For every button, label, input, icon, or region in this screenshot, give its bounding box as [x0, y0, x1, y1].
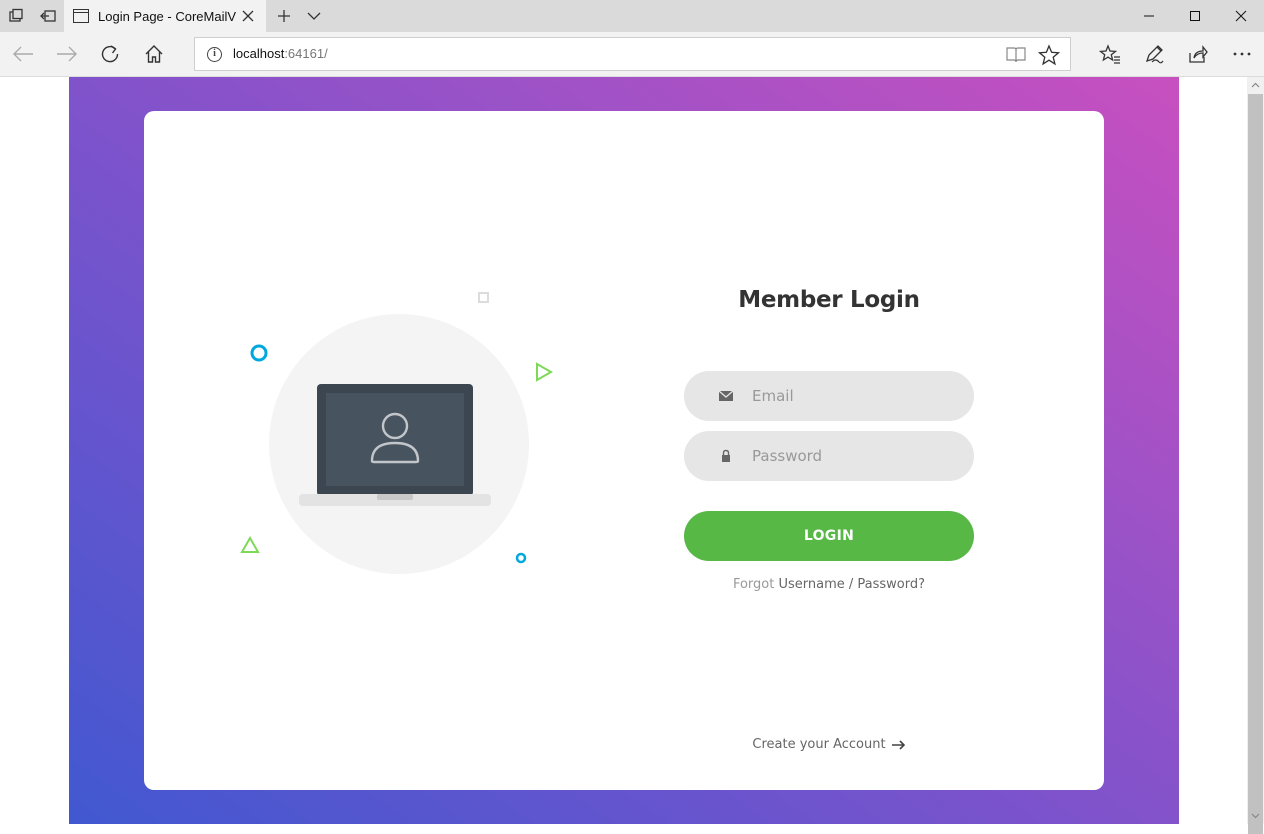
new-tab-icon[interactable] — [268, 0, 300, 32]
password-field-wrapper[interactable] — [684, 431, 974, 481]
scrollbar-thumb[interactable] — [1248, 94, 1263, 834]
forgot-link[interactable]: Username / Password? — [778, 577, 925, 592]
forgot-text: Forgot Username / Password? — [684, 577, 974, 592]
scroll-up-arrow-icon[interactable] — [1247, 77, 1264, 93]
minimize-icon[interactable] — [1126, 0, 1172, 32]
decor-triangle-right — [536, 362, 553, 382]
create-account-link[interactable]: Create your Account — [684, 737, 974, 752]
chevron-down-icon[interactable] — [298, 0, 330, 32]
vertical-scrollbar[interactable] — [1247, 77, 1264, 834]
more-icon[interactable] — [1225, 38, 1259, 70]
home-icon[interactable] — [137, 38, 171, 70]
address-host: localhost — [233, 46, 285, 61]
address-bar[interactable]: i localhost:64161/ — [194, 37, 1071, 71]
email-field-wrapper[interactable] — [684, 371, 974, 421]
create-account-label: Create your Account — [752, 737, 886, 752]
login-title: Member Login — [738, 287, 920, 313]
address-text: localhost:64161/ — [233, 46, 328, 61]
refresh-icon[interactable] — [93, 38, 127, 70]
login-card: Member Login LOGIN Forgot Username / Pas… — [144, 111, 1104, 790]
close-icon[interactable] — [240, 8, 256, 24]
active-tab[interactable]: Login Page - CoreMailV — [64, 0, 266, 32]
navigation-bar: i localhost:64161/ — [0, 32, 1264, 77]
arrow-right-icon — [891, 739, 905, 750]
page-viewport: Member Login LOGIN Forgot Username / Pas… — [0, 77, 1247, 824]
address-port: :64161/ — [284, 46, 328, 61]
decor-triangle-up — [240, 536, 260, 553]
forward-arrow-icon[interactable] — [50, 38, 84, 70]
share-icon[interactable] — [1181, 38, 1215, 70]
tab-preview-icon[interactable] — [32, 0, 64, 32]
tab-bar: Login Page - CoreMailV — [0, 0, 1264, 32]
email-input[interactable] — [752, 371, 952, 421]
decor-circle-blue-large — [250, 344, 268, 362]
maximize-icon[interactable] — [1172, 0, 1218, 32]
pen-icon[interactable] — [1137, 38, 1171, 70]
tab-title: Login Page - CoreMailV — [98, 8, 237, 24]
decor-square — [478, 292, 489, 303]
envelope-icon — [718, 390, 734, 401]
info-icon[interactable]: i — [207, 47, 222, 62]
scroll-down-arrow-icon[interactable] — [1247, 808, 1264, 824]
laptop-illustration — [299, 384, 491, 506]
tab-set-aside-icon[interactable] — [0, 0, 32, 32]
back-arrow-icon[interactable] — [6, 38, 40, 70]
favorites-icon[interactable] — [1093, 38, 1127, 70]
password-input[interactable] — [752, 431, 952, 481]
lock-icon — [722, 449, 730, 462]
login-button[interactable]: LOGIN — [684, 511, 974, 561]
gradient-background: Member Login LOGIN Forgot Username / Pas… — [69, 77, 1179, 824]
reading-view-icon[interactable] — [1006, 46, 1026, 63]
star-icon[interactable] — [1038, 44, 1060, 66]
forgot-prefix: Forgot — [732, 577, 775, 592]
page-icon — [73, 9, 89, 23]
window-close-icon[interactable] — [1218, 0, 1264, 32]
decor-circle-blue-small — [515, 552, 527, 564]
